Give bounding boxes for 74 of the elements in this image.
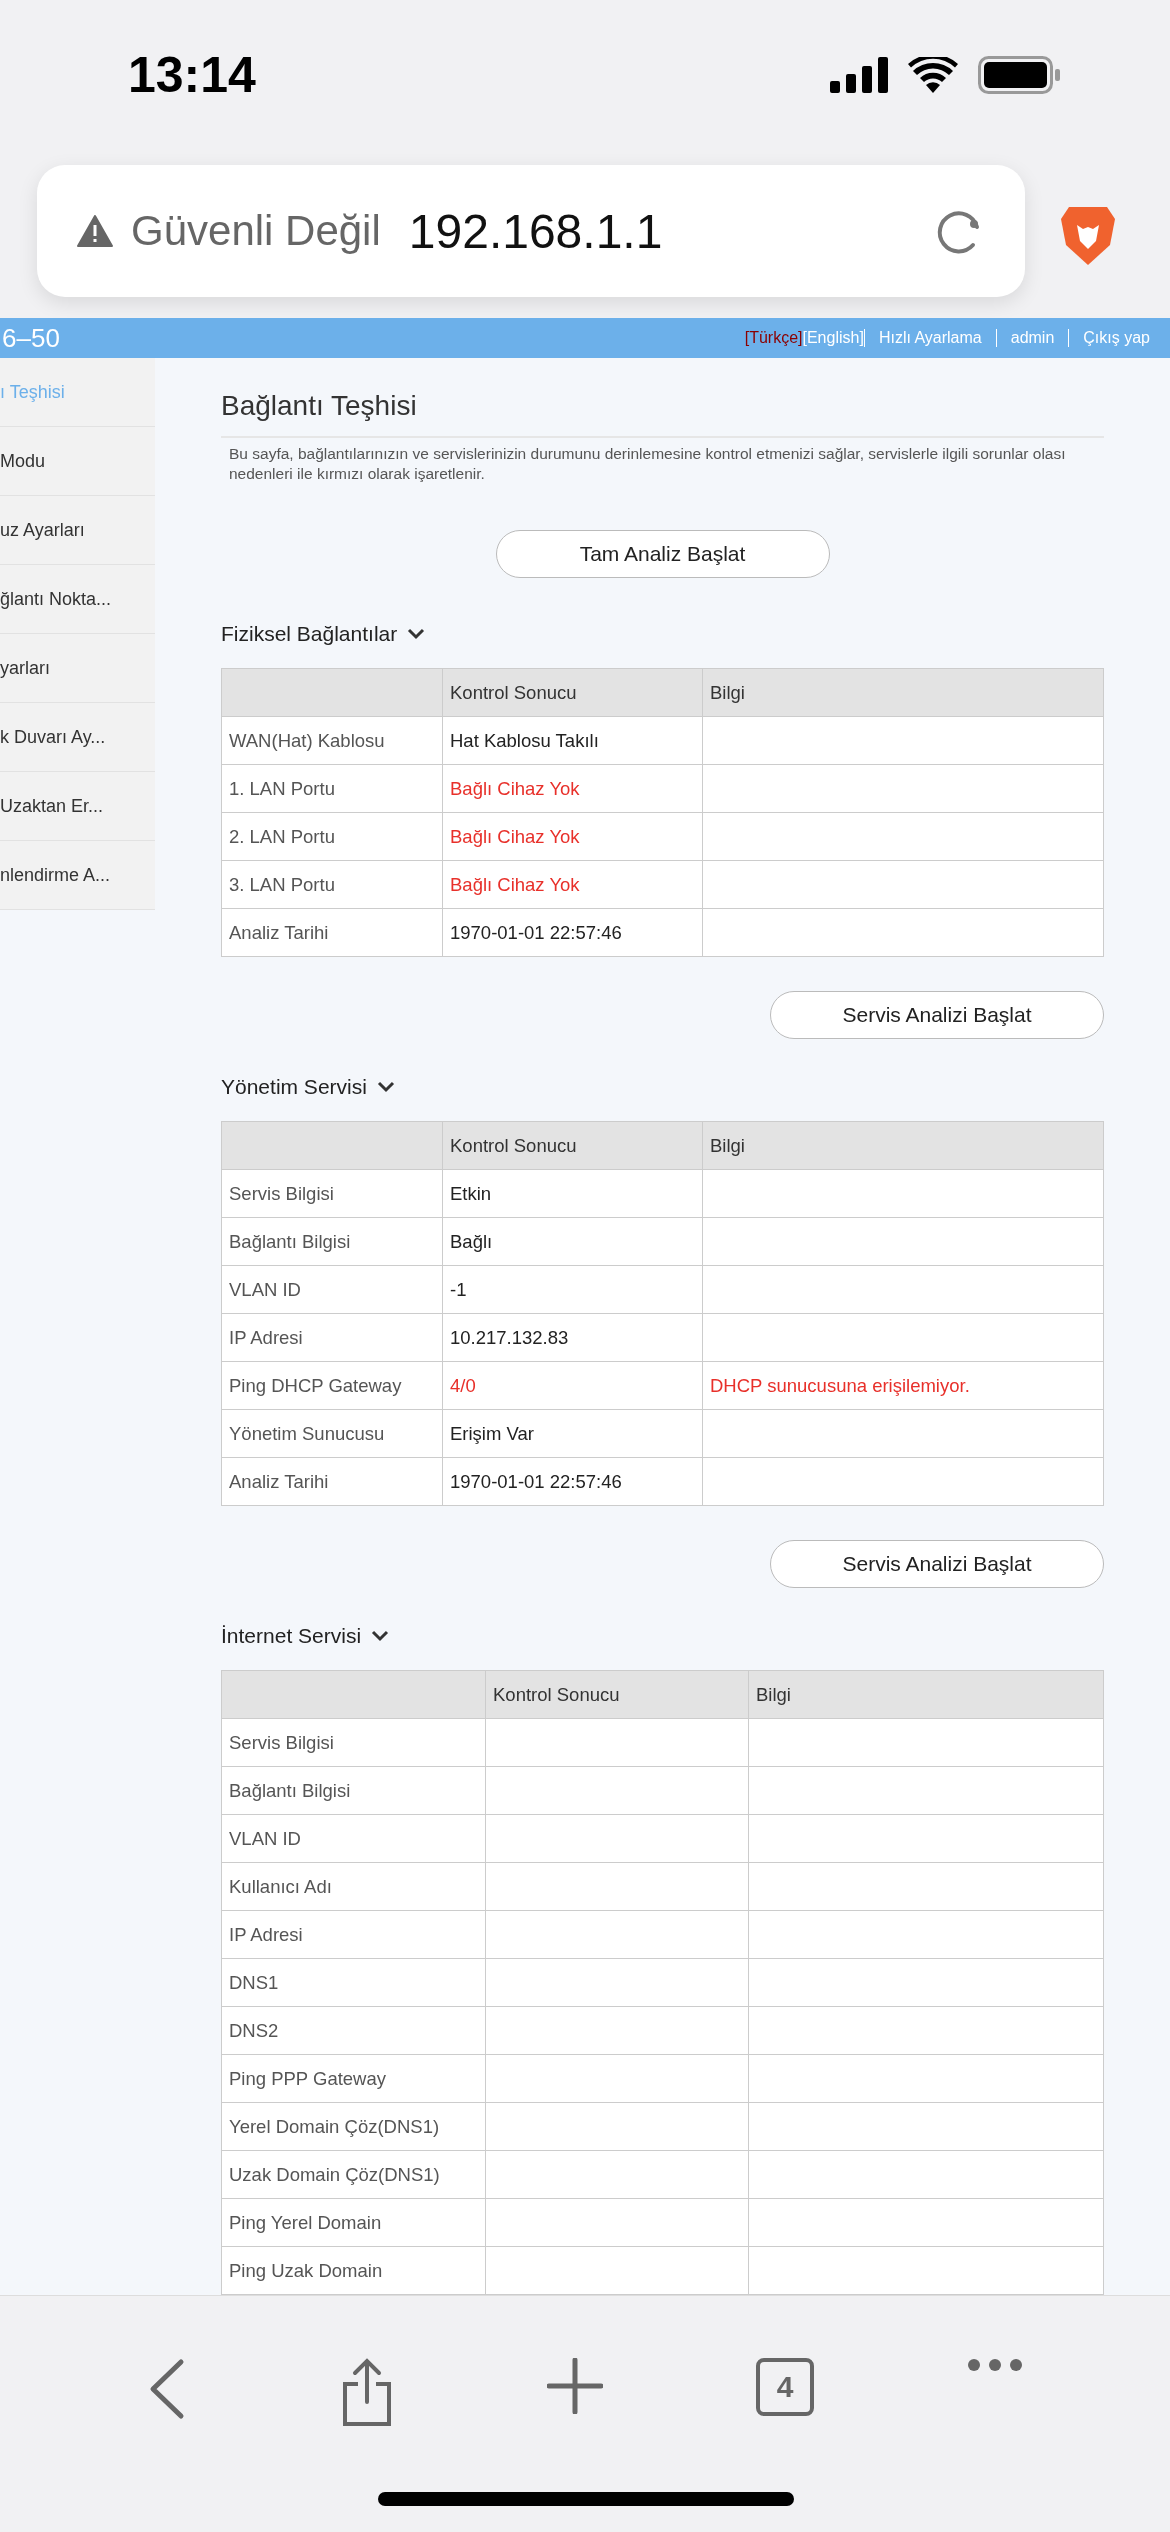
address-bar[interactable]: Güvenli Değil 192.168.1.1 — [37, 165, 1025, 297]
row-label: Yerel Domain Çöz(DNS1) — [221, 2102, 486, 2151]
row-label: Bağlantı Bilgisi — [221, 1766, 486, 1815]
section-title[interactable]: Yönetim Servisi — [221, 1075, 367, 1099]
wifi-icon — [908, 57, 958, 93]
plus-icon[interactable] — [546, 2358, 603, 2414]
column-header: Bilgi — [702, 668, 1104, 717]
security-label: Güvenli Değil — [131, 207, 381, 255]
row-label: 1. LAN Portu — [221, 764, 443, 813]
result-cell: 1970-01-01 22:57:46 — [442, 1457, 703, 1506]
service-analysis-button[interactable]: Servis Analizi Başlat — [770, 1540, 1104, 1588]
column-header: Kontrol Sonucu — [485, 1670, 749, 1719]
header-link[interactable]: [Türkçe] — [744, 329, 803, 347]
row-label: Uzak Domain Çöz(DNS1) — [221, 2150, 486, 2199]
chevron-down-icon[interactable] — [407, 628, 426, 640]
row-label: Bağlantı Bilgisi — [221, 1217, 443, 1266]
row-label: VLAN ID — [221, 1265, 443, 1314]
page-title: Bağlantı Teşhisi — [221, 358, 1104, 438]
row-label: Yönetim Sunucusu — [221, 1409, 443, 1458]
row-label: Kullanıcı Adı — [221, 1862, 486, 1911]
page-description: Bu sayfa, bağlantılarınızın ve servislerinizin durumunu derinlemesine kontrol etmenizi sağlar, servislerle ilgili sorunlar olası nedenleri ile kırmızı olarak işaretlenir. — [228, 444, 1067, 484]
result-cell: Etkin — [442, 1169, 703, 1218]
row-label: Servis Bilgisi — [221, 1718, 486, 1767]
column-header: Kontrol Sonucu — [442, 668, 703, 717]
row-label: VLAN ID — [221, 1814, 486, 1863]
section-title[interactable]: İnternet Servisi — [221, 1624, 362, 1648]
result-cell: Bağlı Cihaz Yok — [442, 812, 703, 861]
sidebar-item[interactable]: Modu — [0, 427, 155, 496]
result-cell: 1970-01-01 22:57:46 — [442, 908, 703, 957]
chevron-down-icon[interactable] — [376, 1081, 395, 1093]
column-header: Bilgi — [748, 1670, 1104, 1719]
result-cell: -1 — [442, 1265, 703, 1314]
row-label: DNS1 — [221, 1958, 486, 2007]
signal-icon — [830, 57, 888, 93]
row-label: DNS2 — [221, 2006, 486, 2055]
sidebar-item[interactable]: nlendirme A... — [0, 841, 155, 910]
row-label: Servis Bilgisi — [221, 1169, 443, 1218]
section-title[interactable]: Fiziksel Bağlantılar — [221, 622, 398, 646]
url-text: 192.168.1.1 — [408, 203, 664, 259]
battery-icon — [978, 56, 1060, 94]
result-cell: Bağlı Cihaz Yok — [442, 860, 703, 909]
sidebar-item[interactable]: yarları — [0, 634, 155, 703]
row-label: Analiz Tarihi — [221, 1457, 443, 1506]
full-analysis-button[interactable]: Tam Analiz Başlat — [495, 530, 830, 578]
row-label: 3. LAN Portu — [221, 860, 443, 909]
sidebar-item[interactable]: Uzaktan Er... — [0, 772, 155, 841]
result-cell: Bağlı — [442, 1217, 703, 1266]
column-header: Kontrol Sonucu — [442, 1121, 703, 1170]
row-label: 2. LAN Portu — [221, 812, 443, 861]
status-time: 13:14 — [128, 46, 256, 104]
sidebar-item[interactable]: uz Ayarları — [0, 496, 155, 565]
chevron-down-icon[interactable] — [371, 1630, 390, 1642]
result-cell: Bağlı Cihaz Yok — [442, 764, 703, 813]
tab-count-button[interactable]: 4 — [756, 2358, 815, 2416]
more-icon[interactable] — [967, 2358, 1024, 2372]
result-cell: Hat Kablosu Takılı — [442, 716, 703, 765]
result-cell: 4/0 — [442, 1361, 703, 1410]
row-label: Analiz Tarihi — [221, 908, 443, 957]
info-cell: DHCP sunucusuna erişilemiyor. — [702, 1361, 1104, 1410]
row-label: Ping DHCP Gateway — [221, 1361, 443, 1410]
row-label: IP Adresi — [221, 1910, 486, 1959]
result-cell: 10.217.132.83 — [442, 1313, 703, 1362]
result-cell: Erişim Var — [442, 1409, 703, 1458]
row-label: Ping Uzak Domain — [221, 2246, 486, 2295]
sidebar-item[interactable]: ğlantı Nokta... — [0, 565, 155, 634]
column-header: Bilgi — [702, 1121, 1104, 1170]
row-label: WAN(Hat) Kablosu — [221, 716, 443, 765]
service-analysis-button[interactable]: Servis Analizi Başlat — [770, 991, 1104, 1039]
warning-icon — [77, 215, 113, 247]
row-label: Ping PPP Gateway — [221, 2054, 486, 2103]
model-name: 6–50 — [2, 322, 60, 354]
row-label: Ping Yerel Domain — [221, 2198, 486, 2247]
sidebar-item[interactable]: k Duvarı Ay... — [0, 703, 155, 772]
row-label: IP Adresi — [221, 1313, 443, 1362]
